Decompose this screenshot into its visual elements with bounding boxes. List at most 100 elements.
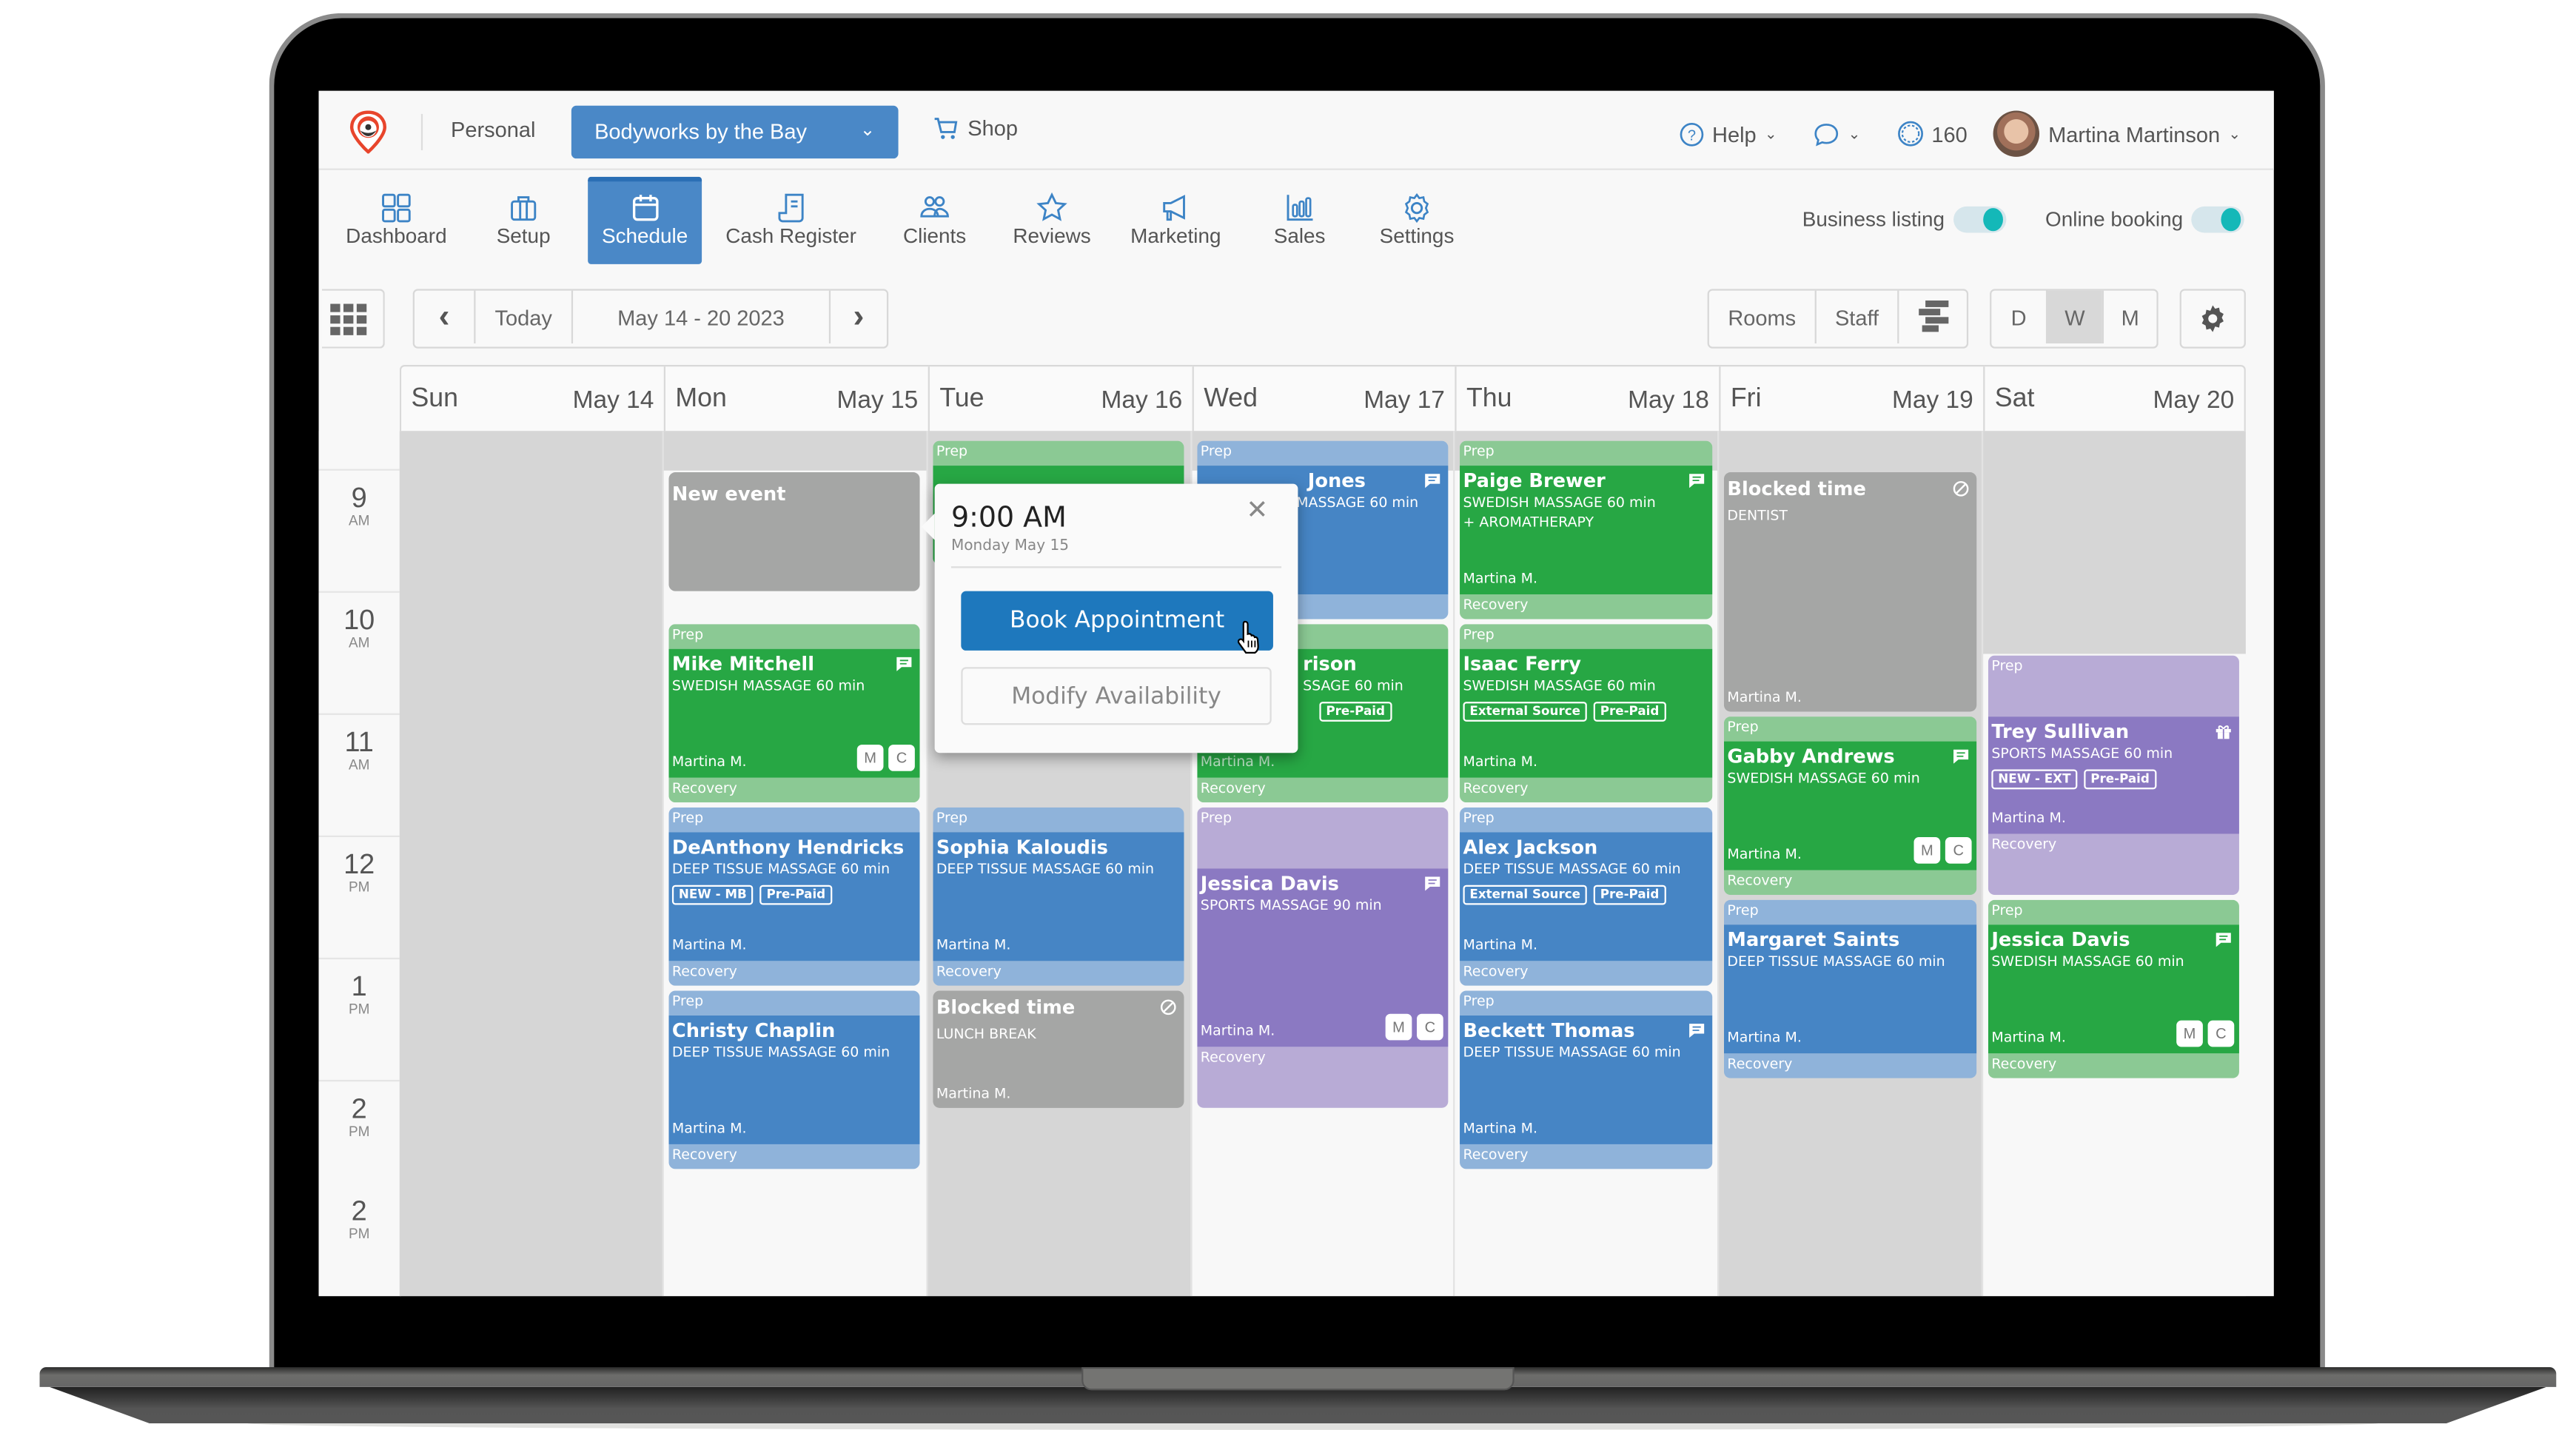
nav-marketing[interactable]: Marketing: [1118, 177, 1233, 264]
business-listing-toggle[interactable]: [1953, 206, 2006, 233]
day-header-wed[interactable]: Wed May 17: [1192, 366, 1455, 433]
apps-grid-button[interactable]: [322, 289, 385, 349]
timeline-icon: [1918, 301, 1948, 332]
nav-settings[interactable]: Settings: [1364, 177, 1470, 264]
week-view-button[interactable]: W: [2045, 290, 2102, 344]
message-icon[interactable]: [1688, 1022, 1706, 1038]
close-icon[interactable]: ✕: [1246, 494, 1268, 525]
m-badge[interactable]: M: [2176, 1020, 2203, 1047]
date-navigator: ‹ Today May 14 - 20 2023 ›: [412, 289, 889, 349]
appointment-jessica-davis-sat[interactable]: Prep Jessica Davis SWEDISH MASSAGE 60 mi…: [1988, 899, 2239, 1078]
nav-reviews[interactable]: Reviews: [1001, 177, 1103, 264]
modify-availability-button[interactable]: Modify Availability: [961, 667, 1272, 725]
rooms-button[interactable]: Rooms: [1709, 291, 1815, 343]
nav-dashboard[interactable]: Dashboard: [332, 177, 460, 264]
prep-label: Prep: [668, 990, 920, 1016]
nav-label: Sales: [1273, 224, 1326, 248]
tag: External Source: [1463, 702, 1587, 722]
tag: External Source: [1463, 884, 1587, 905]
hour-divider: [318, 469, 400, 471]
personal-link[interactable]: Personal: [451, 117, 535, 141]
blocked-time-lunch[interactable]: Blocked time LUNCH BREAK Martina M.: [933, 990, 1184, 1108]
appointment-gabby-andrews[interactable]: Prep Gabby Andrews SWEDISH MASSAGE 60 mi…: [1723, 716, 1977, 896]
nav-setup[interactable]: Setup: [477, 177, 570, 264]
appointment-trey-sullivan[interactable]: Prep Trey Sullivan SPORTS MASSAGE 60 min…: [1988, 655, 2239, 896]
date-range-label[interactable]: May 14 - 20 2023: [571, 290, 829, 344]
m-badge[interactable]: M: [1913, 837, 1941, 864]
day-header-sat[interactable]: Sat May 20: [1983, 366, 2244, 433]
recovery-label: Recovery: [1197, 777, 1449, 803]
day-name: Sun: [411, 384, 458, 413]
staff-name: Martina M.: [671, 1121, 747, 1138]
new-event-block[interactable]: New event: [668, 472, 920, 591]
app-logo-icon[interactable]: [349, 110, 389, 154]
day-column-sun[interactable]: [399, 431, 663, 1297]
next-week-button[interactable]: ›: [828, 290, 887, 344]
tag: Pre-Paid: [759, 884, 833, 905]
appointment-paige-brewer[interactable]: Prep Paige Brewer SWEDISH MASSAGE 60 min…: [1460, 440, 1713, 620]
m-badge[interactable]: M: [1385, 1013, 1412, 1041]
appointment-deanthony-hendricks[interactable]: Prep DeAnthony Hendricks DEEP TISSUE MAS…: [668, 807, 920, 986]
nav-cash-register[interactable]: Cash Register: [715, 177, 867, 264]
day-header-mon[interactable]: Mon May 15: [663, 366, 928, 433]
day-header-fri[interactable]: Fri May 19: [1719, 366, 1983, 433]
nav-sales[interactable]: Sales: [1253, 177, 1346, 264]
calendar-settings-button[interactable]: [2179, 289, 2246, 349]
day-header-tue[interactable]: Tue May 16: [928, 366, 1193, 433]
prep-label: Prep: [1460, 624, 1713, 649]
appointment-margaret-saints[interactable]: Prep Margaret Saints DEEP TISSUE MASSAGE…: [1723, 899, 1977, 1078]
prep-label: Prep: [1197, 440, 1449, 466]
message-icon[interactable]: [2215, 931, 2233, 947]
book-appointment-button[interactable]: Book Appointment: [961, 591, 1273, 651]
shop-link[interactable]: Shop: [933, 115, 1019, 141]
user-menu[interactable]: Martina Martinson ⌄: [1993, 110, 2241, 157]
service-name: SWEDISH MASSAGE 60 min: [671, 678, 865, 696]
credits-counter[interactable]: 160: [1897, 121, 1968, 147]
appointment-christy-chaplin[interactable]: Prep Christy Chaplin DEEP TISSUE MASSAGE…: [668, 990, 920, 1169]
c-badge[interactable]: C: [1417, 1013, 1443, 1041]
business-select-value: Bodyworks by the Bay: [594, 118, 808, 144]
day-name: Mon: [675, 384, 727, 413]
time-label: 10 AM: [343, 604, 375, 651]
day-name: Wed: [1204, 384, 1258, 413]
tag: Pre-Paid: [1319, 702, 1392, 722]
message-icon[interactable]: [1423, 472, 1442, 489]
nav-clients[interactable]: Clients: [885, 177, 985, 264]
business-select[interactable]: Bodyworks by the Bay ⌄: [571, 105, 899, 159]
nav-label: Clients: [903, 224, 967, 248]
appointment-sophia-kaloudis[interactable]: Prep Sophia Kaloudis DEEP TISSUE MASSAGE…: [933, 807, 1184, 986]
online-booking-toggle[interactable]: [2191, 206, 2244, 233]
appointment-alex-jackson[interactable]: Prep Alex Jackson DEEP TISSUE MASSAGE 60…: [1460, 807, 1713, 986]
shop-label: Shop: [967, 115, 1019, 141]
message-icon[interactable]: [1952, 748, 1970, 765]
help-menu[interactable]: ? Help ⌄: [1679, 121, 1777, 146]
c-badge[interactable]: C: [1945, 837, 1972, 864]
laptop-hinge-notch: [1081, 1367, 1515, 1391]
recovery-label: Recovery: [1723, 870, 1977, 896]
appointment-isaac-ferry[interactable]: Prep Isaac Ferry SWEDISH MASSAGE 60 min …: [1460, 624, 1713, 803]
appointment-jessica-davis-wed[interactable]: Prep Jessica Davis SPORTS MASSAGE 90 min…: [1197, 807, 1449, 1108]
prev-week-button[interactable]: ‹: [415, 291, 474, 343]
day-header-thu[interactable]: Thu May 18: [1455, 366, 1719, 433]
message-icon[interactable]: [895, 656, 913, 672]
day-view-button[interactable]: D: [1991, 291, 2046, 343]
c-badge[interactable]: C: [888, 745, 915, 771]
timeline-view-button[interactable]: [1897, 290, 1967, 344]
c-badge[interactable]: C: [2207, 1020, 2235, 1047]
event-title: Blocked time: [936, 996, 1076, 1019]
staff-button[interactable]: Staff: [1814, 290, 1898, 344]
tag-list: NEW - EXT Pre-Paid: [1991, 769, 2235, 790]
appointment-mike-mitchell[interactable]: Prep Mike Mitchell SWEDISH MASSAGE 60 mi…: [668, 624, 920, 803]
staff-name: Martina M.: [1463, 1121, 1538, 1138]
day-header-sun[interactable]: Sun May 14: [401, 366, 664, 432]
blocked-time-dentist[interactable]: Blocked time DENTIST Martina M.: [1723, 472, 1977, 712]
month-view-button[interactable]: M: [2102, 290, 2157, 344]
message-icon[interactable]: [1423, 875, 1442, 891]
nav-label: Reviews: [1013, 224, 1091, 248]
messages-menu[interactable]: ⌄: [1814, 121, 1860, 146]
message-icon[interactable]: [1688, 472, 1706, 489]
appointment-beckett-thomas[interactable]: Prep Beckett Thomas DEEP TISSUE MASSAGE …: [1460, 990, 1713, 1169]
nav-schedule[interactable]: Schedule: [588, 176, 702, 264]
m-badge[interactable]: M: [856, 745, 884, 771]
today-button[interactable]: Today: [474, 290, 571, 344]
